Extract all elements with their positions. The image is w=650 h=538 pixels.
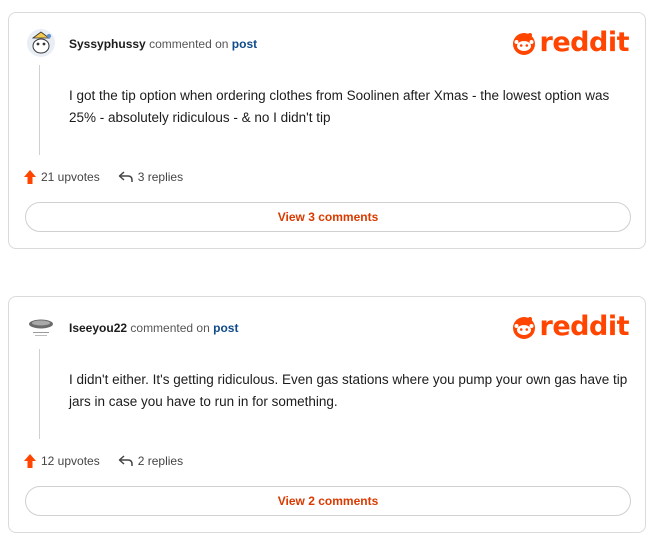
- comment-card: Syssyphussy commented on post reddit I g…: [8, 12, 646, 249]
- comment-card: Iseeyou22 commented on post reddit I did…: [8, 296, 646, 533]
- comment-body: I didn't either. It's getting ridiculous…: [69, 372, 628, 409]
- view-comments-button[interactable]: View 3 comments: [25, 202, 631, 232]
- action-text: commented on: [130, 321, 210, 335]
- thread-line: [39, 65, 40, 155]
- avatar[interactable]: [27, 313, 55, 341]
- reply-arrow-icon: [118, 171, 133, 182]
- upvote-count: 12 upvotes: [41, 454, 100, 468]
- comment-body: I got the tip option when ordering cloth…: [69, 88, 610, 125]
- upvote-count: 21 upvotes: [41, 170, 100, 184]
- username[interactable]: Syssyphussy: [69, 37, 146, 51]
- post-link[interactable]: post: [213, 321, 238, 335]
- view-comments-button[interactable]: View 2 comments: [25, 486, 631, 516]
- reply-count: 2 replies: [137, 454, 184, 468]
- thread-line: [39, 349, 40, 439]
- upvote-arrow-icon: [24, 454, 36, 468]
- replies[interactable]: 3 replies: [118, 170, 183, 184]
- reddit-icon: [512, 316, 535, 339]
- reply-count: 3 replies: [137, 170, 184, 184]
- reddit-wordmark: reddit: [539, 311, 630, 342]
- reddit-wordmark: reddit: [539, 27, 630, 58]
- post-link[interactable]: post: [232, 37, 257, 51]
- comment-header: Iseeyou22 commented on post: [69, 321, 238, 335]
- reddit-icon: [512, 32, 535, 55]
- comment-stats: 12 upvotes 2 replies: [23, 453, 201, 469]
- reddit-logo: reddit: [511, 311, 630, 342]
- upvotes[interactable]: 21 upvotes: [23, 169, 100, 185]
- upvotes[interactable]: 12 upvotes: [23, 453, 100, 469]
- comment-header: Syssyphussy commented on post: [69, 37, 257, 51]
- replies[interactable]: 2 replies: [118, 454, 183, 468]
- reddit-logo: reddit: [511, 27, 630, 58]
- comment-stats: 21 upvotes 3 replies: [23, 169, 201, 185]
- upvote-arrow-icon: [24, 170, 36, 184]
- reply-arrow-icon: [118, 455, 133, 466]
- username[interactable]: Iseeyou22: [69, 321, 127, 335]
- action-text: commented on: [149, 37, 229, 51]
- avatar[interactable]: [27, 29, 55, 57]
